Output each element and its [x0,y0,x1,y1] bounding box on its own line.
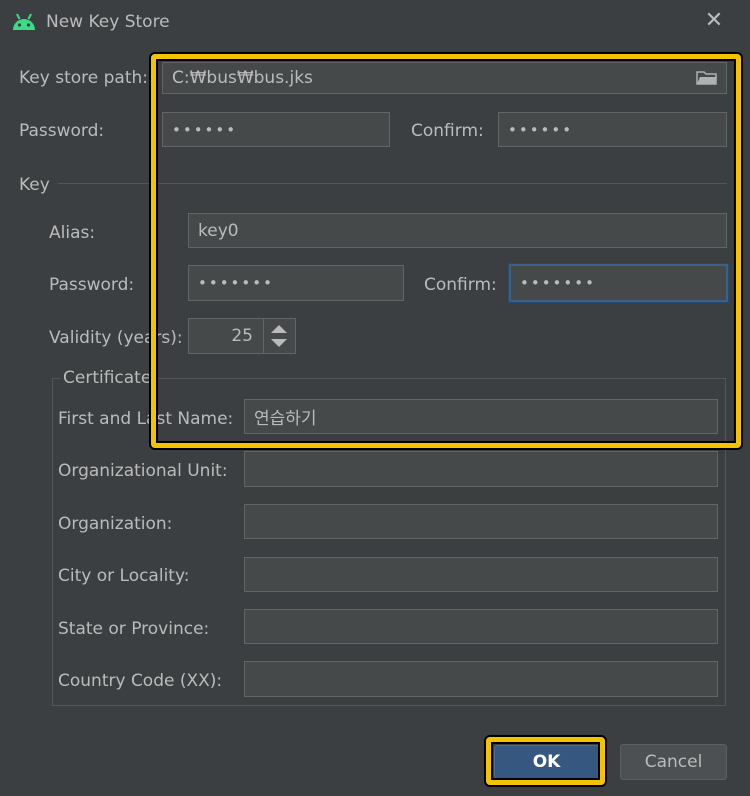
key-password-field[interactable]: ••••••• [188,265,404,301]
key-confirm-field[interactable]: ••••••• [509,264,728,302]
key-section-label: Key [19,175,50,195]
first-last-name-field[interactable]: 연습하기 [244,399,718,434]
state-province-field[interactable] [244,609,718,644]
organization-label: Organization: [58,514,173,534]
alias-field[interactable]: key0 [188,213,727,248]
folder-icon[interactable] [696,70,718,86]
first-last-name-label: First and Last Name: [58,409,234,429]
organizational-unit-field[interactable] [244,451,718,487]
cancel-button[interactable]: Cancel [620,744,727,780]
window-title: New Key Store [46,12,170,32]
key-confirm-label: Confirm: [424,275,497,295]
organization-field[interactable] [244,504,718,539]
spinner-down-icon[interactable] [271,339,287,347]
keystore-path-value: C:₩bus₩bus.jks [172,68,313,88]
keystore-confirm-field[interactable]: •••••• [498,112,727,147]
spinner-divider [263,319,264,353]
city-locality-label: City or Locality: [58,566,190,586]
key-section-divider [58,183,727,184]
state-province-label: State or Province: [58,619,210,639]
country-code-label: Country Code (XX): [58,671,223,691]
close-icon[interactable]: ✕ [702,9,726,33]
country-code-field[interactable] [244,661,718,697]
city-locality-field[interactable] [244,557,718,592]
validity-spinner[interactable]: 25 [188,318,296,354]
keystore-path-label: Key store path: [19,68,149,88]
keystore-confirm-label: Confirm: [411,121,484,141]
spinner-up-icon[interactable] [271,325,287,333]
certificate-section-label: Certificate [60,368,155,388]
alias-label: Alias: [49,223,96,243]
ok-button[interactable]: OK [494,745,599,779]
android-icon [13,13,35,30]
keystore-password-field[interactable]: •••••• [162,112,390,147]
keystore-path-field[interactable]: C:₩bus₩bus.jks [162,62,727,94]
keystore-password-label: Password: [19,121,105,141]
organizational-unit-label: Organizational Unit: [58,461,228,481]
validity-value: 25 [231,326,253,346]
key-password-label: Password: [49,275,135,295]
validity-label: Validity (years): [49,328,183,348]
